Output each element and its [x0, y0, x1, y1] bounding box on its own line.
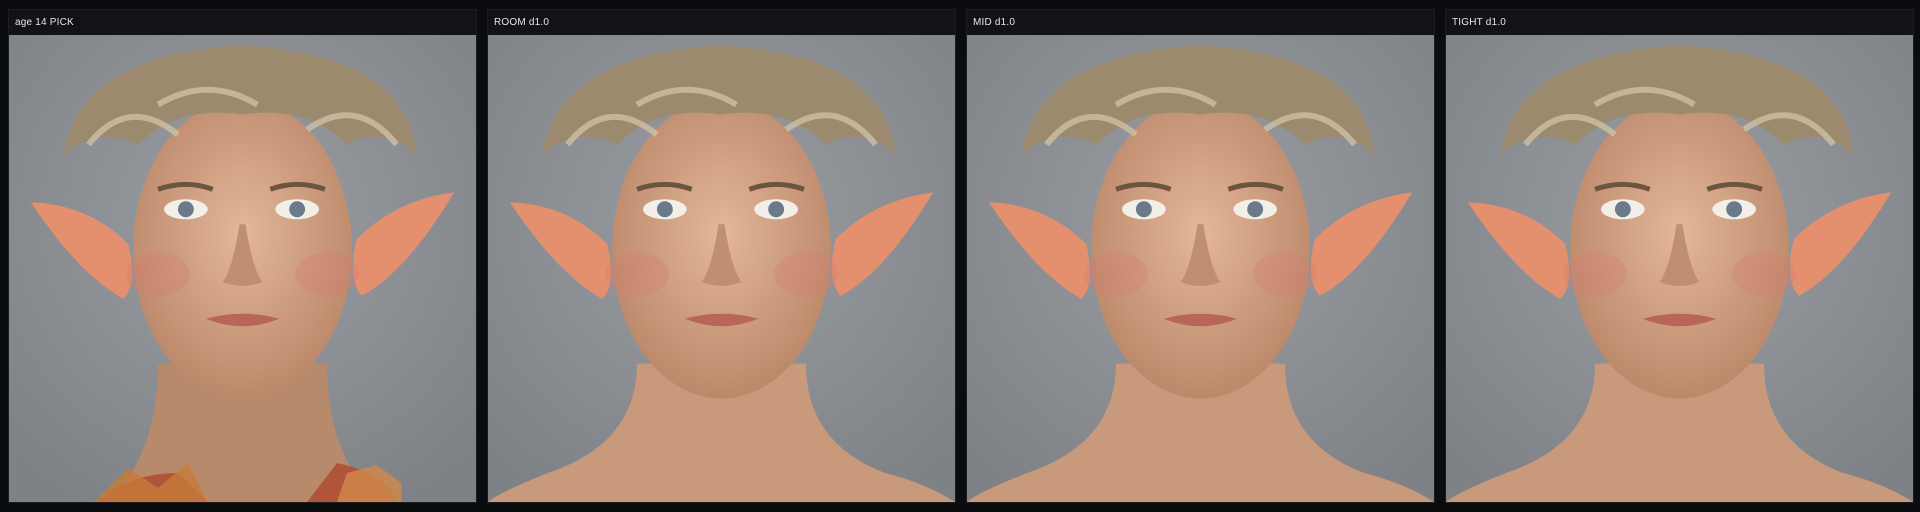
panel-tight-d1[interactable]: TIGHT d1.0 — [1445, 9, 1914, 503]
elf-portrait-illustration — [1446, 35, 1913, 502]
panel-label[interactable]: MID d1.0 — [967, 10, 1434, 35]
elf-portrait-illustration — [9, 35, 476, 502]
comparison-strip: age 14 PICK ROOM d1.0 MID d1.0 TIGHT d1.… — [0, 0, 1920, 512]
elf-portrait-illustration — [967, 35, 1434, 502]
portrait-image[interactable] — [9, 35, 476, 502]
elf-portrait-illustration — [488, 35, 955, 502]
panel-room-d1[interactable]: ROOM d1.0 — [487, 9, 956, 503]
panel-mid-d1[interactable]: MID d1.0 — [966, 9, 1435, 503]
portrait-image[interactable] — [967, 35, 1434, 502]
panel-label[interactable]: age 14 PICK — [9, 10, 476, 35]
portrait-image[interactable] — [1446, 35, 1913, 502]
portrait-image[interactable] — [488, 35, 955, 502]
panel-label[interactable]: ROOM d1.0 — [488, 10, 955, 35]
panel-label[interactable]: TIGHT d1.0 — [1446, 10, 1913, 35]
panel-age-14-pick[interactable]: age 14 PICK — [8, 9, 477, 503]
